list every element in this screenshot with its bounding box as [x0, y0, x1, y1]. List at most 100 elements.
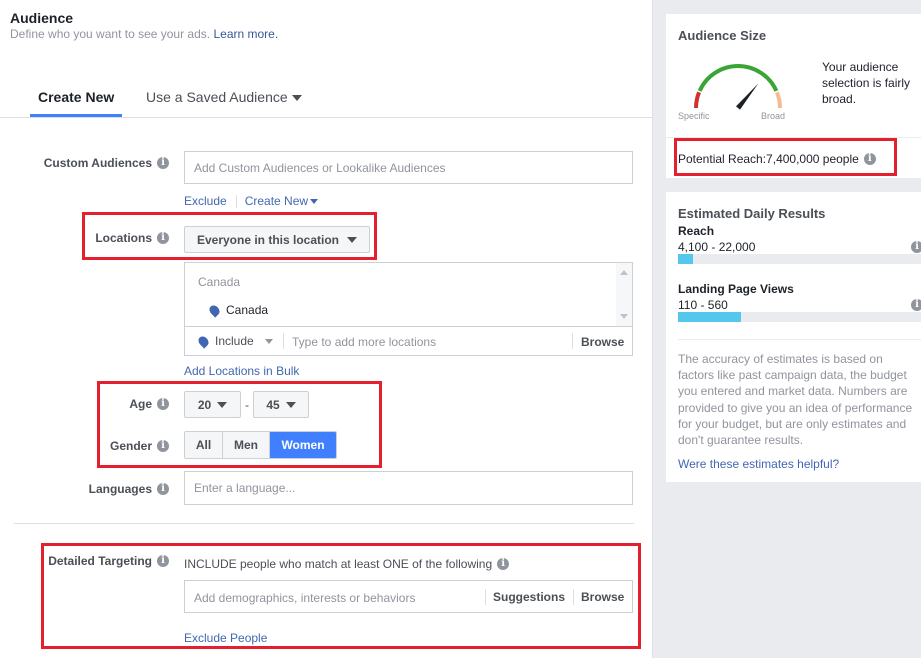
languages-label-text: Languages [88, 482, 152, 496]
info-icon[interactable]: i [157, 483, 169, 495]
tab-create-new[interactable]: Create New [38, 89, 114, 105]
info-icon[interactable]: i [497, 558, 510, 570]
tab-saved-audience[interactable]: Use a Saved Audience [146, 89, 302, 105]
info-icon[interactable]: i [863, 153, 876, 165]
include-value: Include [215, 334, 254, 348]
daily-results-card: Estimated Daily Results Reach 4,100 - 22… [666, 192, 921, 482]
add-locations-bulk-link[interactable]: Add Locations in Bulk [184, 364, 299, 378]
detailed-targeting-label-text: Detailed Targeting [48, 554, 152, 568]
location-type-value: Everyone in this location [196, 232, 340, 247]
detailed-browse-button[interactable]: Browse [581, 590, 624, 604]
reach-range: 4,100 - 22,000 [678, 240, 756, 254]
learn-more-link[interactable]: Learn more. [213, 27, 278, 41]
estimates-disclaimer: The accuracy of estimates is based on fa… [678, 352, 913, 448]
gauge-peach-segment [775, 91, 782, 109]
detailed-targeting-input-box: Add demographics, interests or behaviors… [184, 580, 633, 613]
info-icon[interactable]: i [157, 555, 169, 567]
audience-size-title: Audience Size [678, 28, 767, 43]
age-label-text: Age [129, 397, 152, 411]
info-icon[interactable]: i [911, 241, 921, 253]
info-icon[interactable]: i [911, 299, 921, 311]
languages-label: Languages i [89, 482, 169, 496]
gender-label: Gender i [110, 439, 169, 453]
gauge-needle [736, 83, 759, 110]
info-icon[interactable]: i [157, 232, 169, 244]
gauge-broad-label: Broad [761, 111, 786, 121]
potential-reach-text: Potential Reach:7,400,000 people [678, 152, 859, 166]
scrollbar[interactable] [616, 263, 632, 326]
age-separator: - [245, 398, 249, 412]
gender-label-text: Gender [109, 439, 152, 453]
estimates-feedback-link[interactable]: Were these estimates helpful? [678, 457, 839, 471]
custom-audiences-label: Custom Audiences i [44, 156, 169, 170]
location-pin-icon [207, 302, 222, 318]
suggestions-button[interactable]: Suggestions [493, 590, 565, 604]
divider [283, 333, 284, 349]
divider [666, 137, 921, 138]
location-search-row: Include Type to add more locations Brows… [185, 327, 632, 355]
location-browse-button[interactable]: Browse [581, 335, 624, 349]
create-new-label: Create New [244, 194, 309, 208]
tab-saved-audience-label: Use a Saved Audience [146, 89, 288, 105]
audience-description: Your audience selection is fairly broad. [822, 60, 911, 106]
detailed-targeting-input[interactable]: Add demographics, interests or behaviors [194, 591, 415, 605]
landing-page-views-bar-fill [678, 312, 742, 322]
gauge-red-segment [694, 91, 701, 109]
gender-women-button[interactable]: Women [270, 432, 336, 458]
audience-tabs: Create New Use a Saved Audience [0, 80, 653, 118]
selected-location-name: Canada [226, 303, 269, 317]
chevron-down-icon [285, 401, 296, 408]
landing-page-views-range: 110 - 560 [678, 298, 728, 312]
audience-size-card: Audience Size Specific Broad Your audien… [666, 14, 921, 178]
location-selector: Canada Canada Include Type to add more l… [184, 262, 633, 356]
include-dropdown[interactable]: Include [196, 333, 273, 349]
gender-men-button[interactable]: Men [223, 432, 270, 458]
estimates-sidebar: Audience Size Specific Broad Your audien… [654, 0, 921, 658]
custom-audiences-actions: Exclude Create New [184, 194, 319, 208]
divider [485, 589, 486, 605]
chevron-down-icon [217, 401, 228, 408]
age-min-dropdown[interactable]: 20 [184, 391, 241, 418]
gauge-specific-label: Specific [678, 111, 710, 121]
reach-label: Reach [678, 224, 715, 238]
subtitle-text: Define who you want to see your ads. [10, 27, 211, 41]
selected-location-item[interactable]: Canada [207, 302, 269, 318]
exclude-link[interactable]: Exclude [184, 194, 227, 208]
exclude-people-link[interactable]: Exclude People [184, 631, 267, 645]
age-max-value: 45 [266, 397, 280, 412]
location-group-header: Canada [198, 275, 241, 289]
detailed-targeting-label: Detailed Targeting i [48, 554, 169, 568]
languages-input[interactable]: Enter a language... [184, 471, 633, 505]
chevron-down-icon [291, 95, 302, 102]
location-pin-icon [196, 333, 211, 349]
custom-audiences-input[interactable]: Add Custom Audiences or Lookalike Audien… [184, 151, 633, 184]
info-icon[interactable]: i [157, 440, 169, 452]
location-search-input[interactable]: Type to add more locations [292, 335, 572, 349]
scroll-down-icon[interactable] [620, 314, 628, 319]
locations-label-text: Locations [95, 231, 152, 245]
age-label: Age i [129, 397, 169, 411]
gauge-green-segment [697, 64, 779, 92]
include-criteria-label: INCLUDE people who match at least ONE of… [184, 557, 493, 571]
divider [572, 333, 573, 349]
divider [678, 339, 921, 340]
daily-results-title: Estimated Daily Results [678, 206, 826, 221]
age-max-dropdown[interactable]: 45 [253, 391, 309, 418]
gender-all-button[interactable]: All [185, 432, 223, 458]
landing-page-views-label: Landing Page Views [678, 282, 794, 296]
gender-selector: All Men Women [184, 431, 337, 459]
audience-gauge [694, 64, 782, 110]
locations-label: Locations i [95, 231, 169, 245]
audience-panel: Audience Define who you want to see your… [0, 0, 653, 658]
selected-locations-list: Canada Canada [185, 263, 632, 327]
create-new-link[interactable]: Create New [244, 194, 319, 208]
section-title: Audience [10, 10, 74, 26]
info-icon[interactable]: i [157, 157, 169, 169]
info-icon[interactable]: i [157, 398, 169, 410]
section-subtitle: Define who you want to see your ads. Lea… [10, 27, 278, 41]
age-min-value: 20 [197, 397, 212, 412]
active-tab-indicator [30, 114, 122, 117]
scroll-up-icon[interactable] [620, 270, 628, 275]
location-type-dropdown[interactable]: Everyone in this location [184, 226, 370, 253]
chevron-down-icon [264, 338, 273, 344]
